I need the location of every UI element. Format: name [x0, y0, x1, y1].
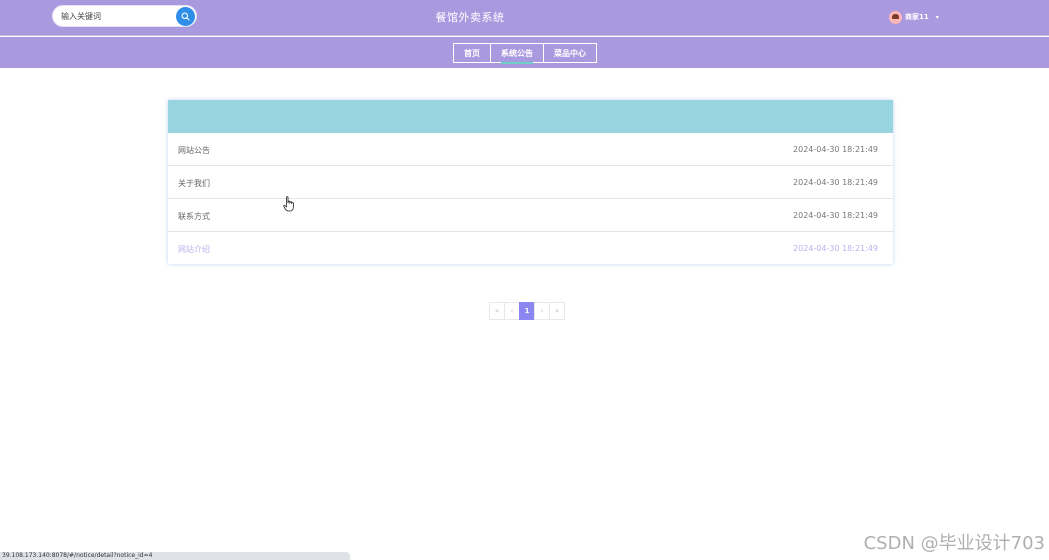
nav-item-notices[interactable]: 系统公告	[490, 43, 544, 64]
notice-date: 2024-04-30 18:21:49	[793, 211, 878, 220]
nav-bar: 首页 系统公告 菜品中心	[0, 37, 1049, 68]
nav-item-dishes[interactable]: 菜品中心	[543, 43, 597, 63]
next-page-button[interactable]: ›	[534, 302, 550, 320]
notice-list: 网站公告 2024-04-30 18:21:49 关于我们 2024-04-30…	[168, 100, 893, 264]
page-number-current[interactable]: 1	[519, 302, 535, 320]
notice-title: 联系方式	[178, 212, 210, 221]
notice-title: 关于我们	[178, 179, 210, 188]
list-item[interactable]: 关于我们 2024-04-30 18:21:49	[168, 166, 893, 199]
user-menu[interactable]: 商家11 ▾	[889, 10, 939, 24]
list-item[interactable]: 网站介绍 2024-04-30 18:21:49	[168, 232, 893, 263]
top-header: 餐馆外卖系统 商家11 ▾	[0, 0, 1049, 36]
first-page-button[interactable]: «	[489, 302, 505, 320]
avatar	[889, 10, 902, 24]
notice-date: 2024-04-30 18:21:49	[793, 244, 878, 253]
main-nav: 首页 系统公告 菜品中心	[453, 43, 597, 64]
prev-page-button[interactable]: ‹	[504, 302, 520, 320]
chevron-down-icon: ▾	[935, 13, 939, 21]
notice-date: 2024-04-30 18:21:49	[793, 145, 878, 154]
last-page-button[interactable]: »	[549, 302, 565, 320]
hand-pointer-icon	[283, 196, 294, 212]
site-title: 餐馆外卖系统	[435, 11, 505, 24]
notice-title: 网站公告	[178, 146, 210, 155]
user-name: 商家11	[905, 13, 929, 21]
watermark: CSDN @毕业设计703	[863, 533, 1045, 554]
nav-item-home[interactable]: 首页	[453, 43, 491, 63]
browser-status-url: 39.108.173.140:8078/#/notice/detail?noti…	[0, 552, 350, 560]
notice-list-header	[168, 100, 893, 133]
notice-date: 2024-04-30 18:21:49	[793, 178, 878, 187]
pagination: « ‹ 1 › »	[489, 302, 565, 320]
list-item[interactable]: 联系方式 2024-04-30 18:21:49	[168, 199, 893, 232]
notice-title: 网站介绍	[178, 245, 210, 254]
list-item[interactable]: 网站公告 2024-04-30 18:21:49	[168, 133, 893, 166]
